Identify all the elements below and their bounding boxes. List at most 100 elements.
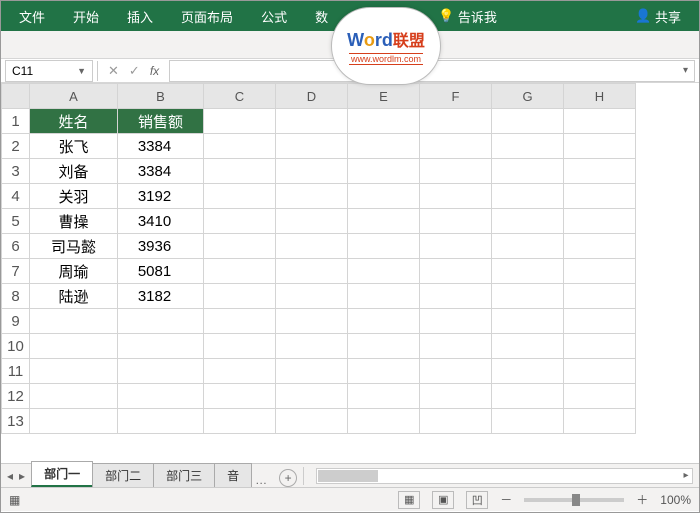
- cell[interactable]: [564, 284, 636, 309]
- cell[interactable]: [420, 159, 492, 184]
- cell[interactable]: [348, 134, 420, 159]
- cell[interactable]: [204, 259, 276, 284]
- new-sheet-button[interactable]: +: [279, 469, 297, 487]
- col-header-A[interactable]: A: [30, 84, 118, 109]
- cell[interactable]: [348, 359, 420, 384]
- cell[interactable]: [348, 234, 420, 259]
- cell[interactable]: [348, 184, 420, 209]
- cell[interactable]: [118, 384, 204, 409]
- cell[interactable]: [492, 334, 564, 359]
- sheet-tab[interactable]: 部门二: [92, 463, 154, 487]
- cancel-icon[interactable]: ✕: [108, 63, 119, 79]
- cell[interactable]: [204, 159, 276, 184]
- cell[interactable]: 刘备: [30, 159, 118, 184]
- cell[interactable]: [276, 234, 348, 259]
- cell[interactable]: [348, 384, 420, 409]
- cell[interactable]: [204, 409, 276, 434]
- cell[interactable]: [204, 384, 276, 409]
- cell[interactable]: [492, 184, 564, 209]
- row-header[interactable]: 5: [2, 209, 30, 234]
- cell[interactable]: [492, 234, 564, 259]
- cell[interactable]: [420, 359, 492, 384]
- cell[interactable]: [204, 134, 276, 159]
- cell[interactable]: 3410: [118, 209, 204, 234]
- cell[interactable]: [348, 109, 420, 134]
- cell[interactable]: [276, 309, 348, 334]
- scroll-thumb[interactable]: [318, 470, 378, 482]
- cell[interactable]: [348, 284, 420, 309]
- cell[interactable]: [348, 409, 420, 434]
- cell[interactable]: [30, 309, 118, 334]
- row-header[interactable]: 2: [2, 134, 30, 159]
- tab-formulas[interactable]: 公式: [247, 1, 301, 31]
- tab-file[interactable]: 文件: [5, 1, 59, 31]
- tab-home[interactable]: 开始: [59, 1, 113, 31]
- cell[interactable]: [420, 209, 492, 234]
- cell[interactable]: [492, 309, 564, 334]
- cell[interactable]: [276, 259, 348, 284]
- cell[interactable]: [564, 159, 636, 184]
- cell[interactable]: 关羽: [30, 184, 118, 209]
- col-header-F[interactable]: F: [420, 84, 492, 109]
- cell[interactable]: 3384: [118, 159, 204, 184]
- row-header[interactable]: 9: [2, 309, 30, 334]
- cell[interactable]: [420, 334, 492, 359]
- cell[interactable]: [564, 184, 636, 209]
- cell[interactable]: [492, 209, 564, 234]
- col-header-H[interactable]: H: [564, 84, 636, 109]
- cell[interactable]: [276, 134, 348, 159]
- tab-layout[interactable]: 页面布局: [167, 1, 247, 31]
- row-header[interactable]: 4: [2, 184, 30, 209]
- cell[interactable]: [276, 159, 348, 184]
- cell[interactable]: [348, 209, 420, 234]
- sheet-tab-active[interactable]: 部门一: [31, 461, 93, 487]
- cell[interactable]: 周瑜: [30, 259, 118, 284]
- cell[interactable]: [348, 159, 420, 184]
- cell[interactable]: [118, 359, 204, 384]
- name-box[interactable]: C11 ▼: [5, 60, 93, 82]
- row-header[interactable]: 11: [2, 359, 30, 384]
- scroll-right-icon[interactable]: ▸: [679, 469, 693, 483]
- cell[interactable]: [204, 109, 276, 134]
- cell[interactable]: 张飞: [30, 134, 118, 159]
- sheet-nav-prev-icon[interactable]: ◂: [7, 469, 13, 483]
- cell[interactable]: [420, 184, 492, 209]
- cell[interactable]: [276, 334, 348, 359]
- view-break-icon[interactable]: 凹: [466, 491, 488, 509]
- cell[interactable]: 3384: [118, 134, 204, 159]
- cell[interactable]: [276, 109, 348, 134]
- cell[interactable]: [420, 309, 492, 334]
- cell[interactable]: [30, 359, 118, 384]
- cell[interactable]: 姓名: [30, 109, 118, 134]
- cell[interactable]: [118, 309, 204, 334]
- tab-insert[interactable]: 插入: [113, 1, 167, 31]
- row-header[interactable]: 6: [2, 234, 30, 259]
- view-layout-icon[interactable]: ▣: [432, 491, 454, 509]
- cell[interactable]: 5081: [118, 259, 204, 284]
- cell[interactable]: [564, 384, 636, 409]
- cell[interactable]: [492, 259, 564, 284]
- col-header-C[interactable]: C: [204, 84, 276, 109]
- cell[interactable]: [204, 209, 276, 234]
- cell[interactable]: [564, 134, 636, 159]
- row-header[interactable]: 7: [2, 259, 30, 284]
- share-button[interactable]: 👤 共享: [621, 7, 695, 26]
- col-header-D[interactable]: D: [276, 84, 348, 109]
- row-header[interactable]: 12: [2, 384, 30, 409]
- cell[interactable]: [564, 234, 636, 259]
- cell[interactable]: [564, 259, 636, 284]
- cell[interactable]: [204, 309, 276, 334]
- row-header[interactable]: 1: [2, 109, 30, 134]
- cell[interactable]: [276, 209, 348, 234]
- cell[interactable]: 陆逊: [30, 284, 118, 309]
- cell[interactable]: 3936: [118, 234, 204, 259]
- cell[interactable]: [118, 334, 204, 359]
- cell[interactable]: [420, 234, 492, 259]
- cell[interactable]: [492, 159, 564, 184]
- confirm-icon[interactable]: ✓: [129, 63, 140, 79]
- sheet-tab[interactable]: 音: [214, 463, 252, 487]
- tell-me[interactable]: 💡 告诉我: [424, 1, 511, 31]
- cell[interactable]: [492, 109, 564, 134]
- cell[interactable]: [276, 359, 348, 384]
- cell[interactable]: [420, 384, 492, 409]
